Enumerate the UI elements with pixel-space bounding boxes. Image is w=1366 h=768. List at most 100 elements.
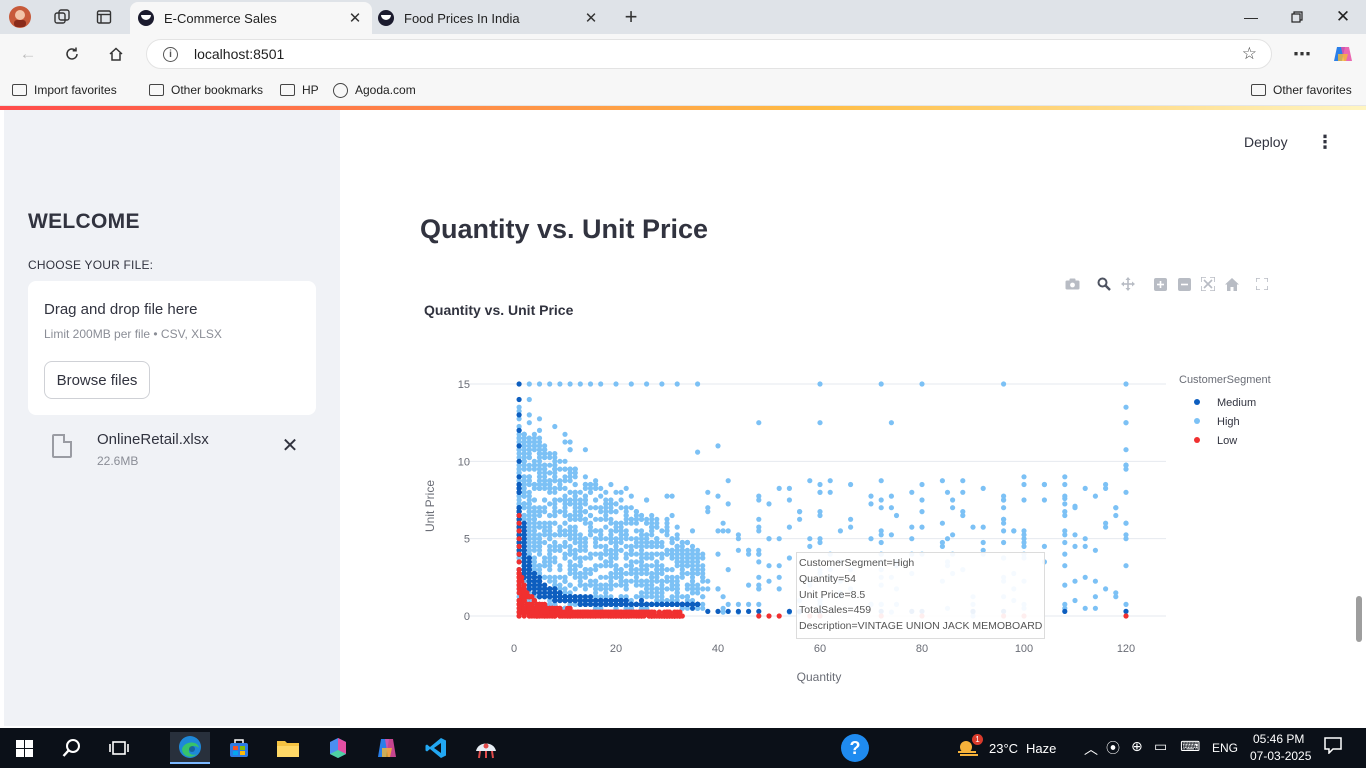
more-menu-icon[interactable]: ⋯	[1288, 42, 1316, 66]
browse-files-button[interactable]: Browse files	[44, 361, 150, 399]
scrollbar-thumb[interactable]	[1356, 596, 1362, 642]
new-tab-icon[interactable]: +	[619, 4, 643, 29]
plotly-chart[interactable]: Quantity vs. Unit Price 0 5 10 15 0 20 40 60 80 1…	[344, 260, 1364, 700]
deploy-button[interactable]: Deploy	[1244, 134, 1288, 150]
tooltip-line: Description=VINTAGE UNION JACK MEMOBOARD	[799, 620, 1043, 633]
data-point-high	[644, 570, 650, 577]
weather-badge: 1	[972, 734, 983, 745]
data-point-high	[649, 594, 655, 600]
data-point-high	[669, 555, 675, 561]
favorite-star-icon[interactable]: ☆	[1242, 44, 1257, 64]
data-point-high	[633, 582, 639, 588]
network-icon[interactable]: ⦿	[1106, 738, 1120, 758]
data-point-high	[679, 574, 685, 580]
language-globe-icon[interactable]: ⊕	[1131, 738, 1143, 755]
close-tab-icon[interactable]: ✕	[346, 9, 364, 27]
favorite-import[interactable]: Import favorites	[12, 81, 117, 99]
legend-item[interactable]: Medium	[1217, 397, 1256, 409]
data-point-high	[1001, 381, 1007, 387]
legend-item[interactable]: High	[1217, 416, 1240, 428]
remove-file-icon[interactable]: ✕	[280, 436, 300, 456]
minimize-icon[interactable]: —	[1228, 4, 1274, 30]
clock-date[interactable]: 07-03-2025	[1250, 749, 1311, 763]
data-point-low	[526, 605, 532, 611]
data-point-high	[1123, 420, 1129, 426]
page-scrollbar[interactable]	[1354, 110, 1364, 726]
data-point-low	[554, 609, 560, 615]
site-info-icon[interactable]: i	[163, 46, 178, 62]
data-point-high	[582, 574, 588, 580]
data-point-high	[893, 512, 900, 519]
workspaces-icon[interactable]	[50, 5, 74, 29]
data-point-high	[786, 485, 792, 491]
data-point-high	[654, 563, 660, 569]
data-point-low	[521, 613, 527, 619]
data-point-medium	[531, 570, 537, 577]
close-tab-icon[interactable]: ✕	[582, 9, 600, 27]
back-icon[interactable]: ←	[14, 42, 42, 66]
input-language[interactable]: ENG	[1212, 741, 1238, 755]
data-point-low	[672, 613, 678, 619]
search-icon[interactable]	[52, 732, 92, 764]
m365-icon[interactable]	[318, 732, 358, 764]
close-window-icon[interactable]: ✕	[1320, 4, 1366, 30]
favorite-agoda[interactable]: Agoda.com	[333, 81, 416, 99]
data-point-medium	[746, 608, 752, 614]
task-view-icon[interactable]	[99, 732, 139, 764]
help-icon[interactable]: ?	[835, 732, 875, 764]
data-point-high	[1041, 497, 1047, 503]
data-point-high	[654, 586, 660, 592]
data-point-high	[868, 536, 874, 542]
volume-icon[interactable]: ▭	[1154, 738, 1167, 755]
refresh-icon[interactable]	[58, 42, 86, 66]
data-point-high	[644, 578, 650, 584]
show-hidden-icons[interactable]: ︿	[1084, 739, 1098, 759]
data-point-high	[587, 481, 594, 488]
store-icon[interactable]	[219, 732, 259, 764]
data-point-high	[1041, 543, 1047, 549]
data-point-high	[552, 547, 558, 553]
vscode-icon[interactable]	[416, 732, 456, 764]
copilot-taskbar-icon[interactable]	[367, 732, 407, 764]
home-icon[interactable]	[102, 42, 130, 66]
data-point-high	[1082, 536, 1088, 542]
file-explorer-icon[interactable]	[268, 732, 308, 764]
favorite-other-bookmarks[interactable]: Other bookmarks	[149, 81, 263, 99]
edge-taskbar-icon[interactable]	[170, 732, 210, 764]
favorite-hp[interactable]: HP	[280, 81, 319, 99]
data-point-high	[608, 555, 614, 561]
data-point-high	[608, 547, 614, 553]
data-point-high	[654, 524, 660, 530]
app-taskbar-icon[interactable]	[466, 732, 506, 764]
weather-widget[interactable]: 1 23°C Haze	[956, 732, 1066, 764]
notifications-icon[interactable]	[1324, 736, 1342, 757]
data-point-high	[547, 559, 553, 565]
data-point-high	[536, 543, 543, 549]
data-point-high	[1082, 543, 1088, 549]
data-point-high	[776, 586, 782, 592]
tab-ecommerce-sales[interactable]: E-Commerce Sales ✕	[130, 2, 372, 34]
profile-avatar[interactable]	[8, 5, 32, 29]
file-dropzone[interactable]: Drag and drop file here Limit 200MB per …	[28, 281, 316, 415]
clock-time[interactable]: 05:46 PM	[1253, 732, 1304, 746]
data-point-high	[598, 551, 604, 557]
copilot-icon[interactable]	[1329, 42, 1357, 66]
data-point-high	[603, 574, 609, 580]
weather-desc: Haze	[1026, 740, 1057, 756]
address-bar[interactable]: i localhost:8501 ☆	[146, 39, 1272, 69]
data-point-high	[909, 536, 915, 542]
legend-item[interactable]: Low	[1217, 435, 1237, 447]
data-point-high	[746, 582, 752, 588]
tab-actions-icon[interactable]	[92, 5, 116, 29]
data-point-high	[577, 539, 583, 546]
data-point-high	[593, 528, 599, 534]
keyboard-icon[interactable]: ⌨	[1180, 738, 1200, 755]
data-point-medium	[654, 601, 660, 607]
tab-food-prices[interactable]: Food Prices In India ✕	[370, 2, 608, 34]
data-point-high	[679, 594, 685, 600]
windows-start-icon[interactable]	[4, 732, 44, 764]
restore-icon[interactable]	[1274, 4, 1320, 30]
favorite-label: HP	[302, 83, 319, 97]
other-favorites[interactable]: Other favorites	[1251, 81, 1352, 99]
kebab-menu-icon[interactable]: ⋮	[1316, 133, 1334, 152]
